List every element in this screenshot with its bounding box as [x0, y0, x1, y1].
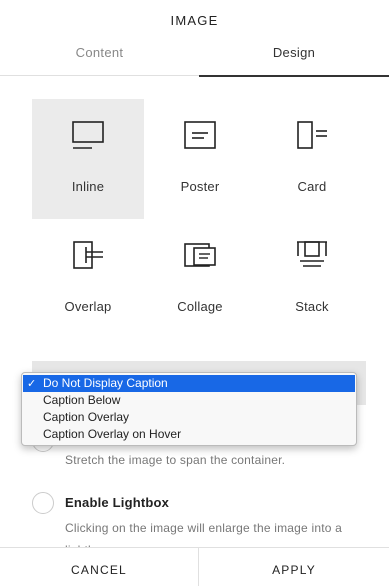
caption-option[interactable]: Caption Below — [22, 392, 356, 409]
panel-title: IMAGE — [170, 13, 219, 28]
tab-design[interactable]: Design — [199, 43, 389, 77]
caption-dropdown-menu: ✓ Do Not Display Caption Caption Below C… — [21, 372, 357, 446]
caption-option-label: Caption Overlay — [43, 410, 130, 424]
lightbox-description: Clicking on the image will enlarge the i… — [65, 521, 343, 547]
panel-footer: CANCEL APPLY — [0, 547, 389, 586]
caption-option-label: Do Not Display Caption — [43, 376, 168, 390]
cancel-button[interactable]: CANCEL — [0, 548, 199, 586]
layout-option-collage[interactable]: Collage — [144, 219, 256, 339]
layout-label: Poster — [180, 179, 220, 194]
layout-option-card[interactable]: Card — [256, 99, 368, 219]
apply-button[interactable]: APPLY — [199, 548, 389, 586]
layout-option-poster[interactable]: Poster — [144, 99, 256, 219]
inline-layout-icon — [72, 121, 104, 149]
overlap-layout-icon — [73, 241, 103, 269]
tab-content[interactable]: Content — [0, 43, 199, 76]
stretch-description: Stretch the image to span the container. — [65, 453, 286, 467]
caption-option-label: Caption Below — [43, 393, 121, 407]
poster-layout-icon — [184, 121, 216, 149]
caption-option[interactable]: Caption Overlay on Hover — [22, 426, 356, 443]
layout-option-inline[interactable]: Inline — [32, 99, 144, 219]
caption-option-label: Caption Overlay on Hover — [43, 427, 182, 441]
layout-label: Stack — [295, 299, 329, 314]
layout-label: Inline — [71, 179, 105, 194]
caption-option[interactable]: Caption Overlay — [22, 409, 356, 426]
layout-label: Overlap — [64, 299, 112, 314]
collage-layout-icon — [184, 243, 216, 267]
caption-option[interactable]: ✓ Do Not Display Caption — [23, 375, 355, 392]
layout-option-stack[interactable]: Stack — [256, 219, 368, 339]
layout-option-overlap[interactable]: Overlap — [32, 219, 144, 339]
lightbox-label: Enable Lightbox — [65, 495, 170, 510]
stack-layout-icon — [297, 241, 327, 267]
card-layout-icon — [297, 121, 327, 149]
layout-label: Collage — [177, 299, 223, 314]
checkmark-icon: ✓ — [27, 377, 37, 390]
lightbox-radio[interactable] — [32, 492, 54, 514]
panel-header: IMAGE Content Design — [0, 0, 389, 77]
layout-label: Card — [297, 179, 327, 194]
